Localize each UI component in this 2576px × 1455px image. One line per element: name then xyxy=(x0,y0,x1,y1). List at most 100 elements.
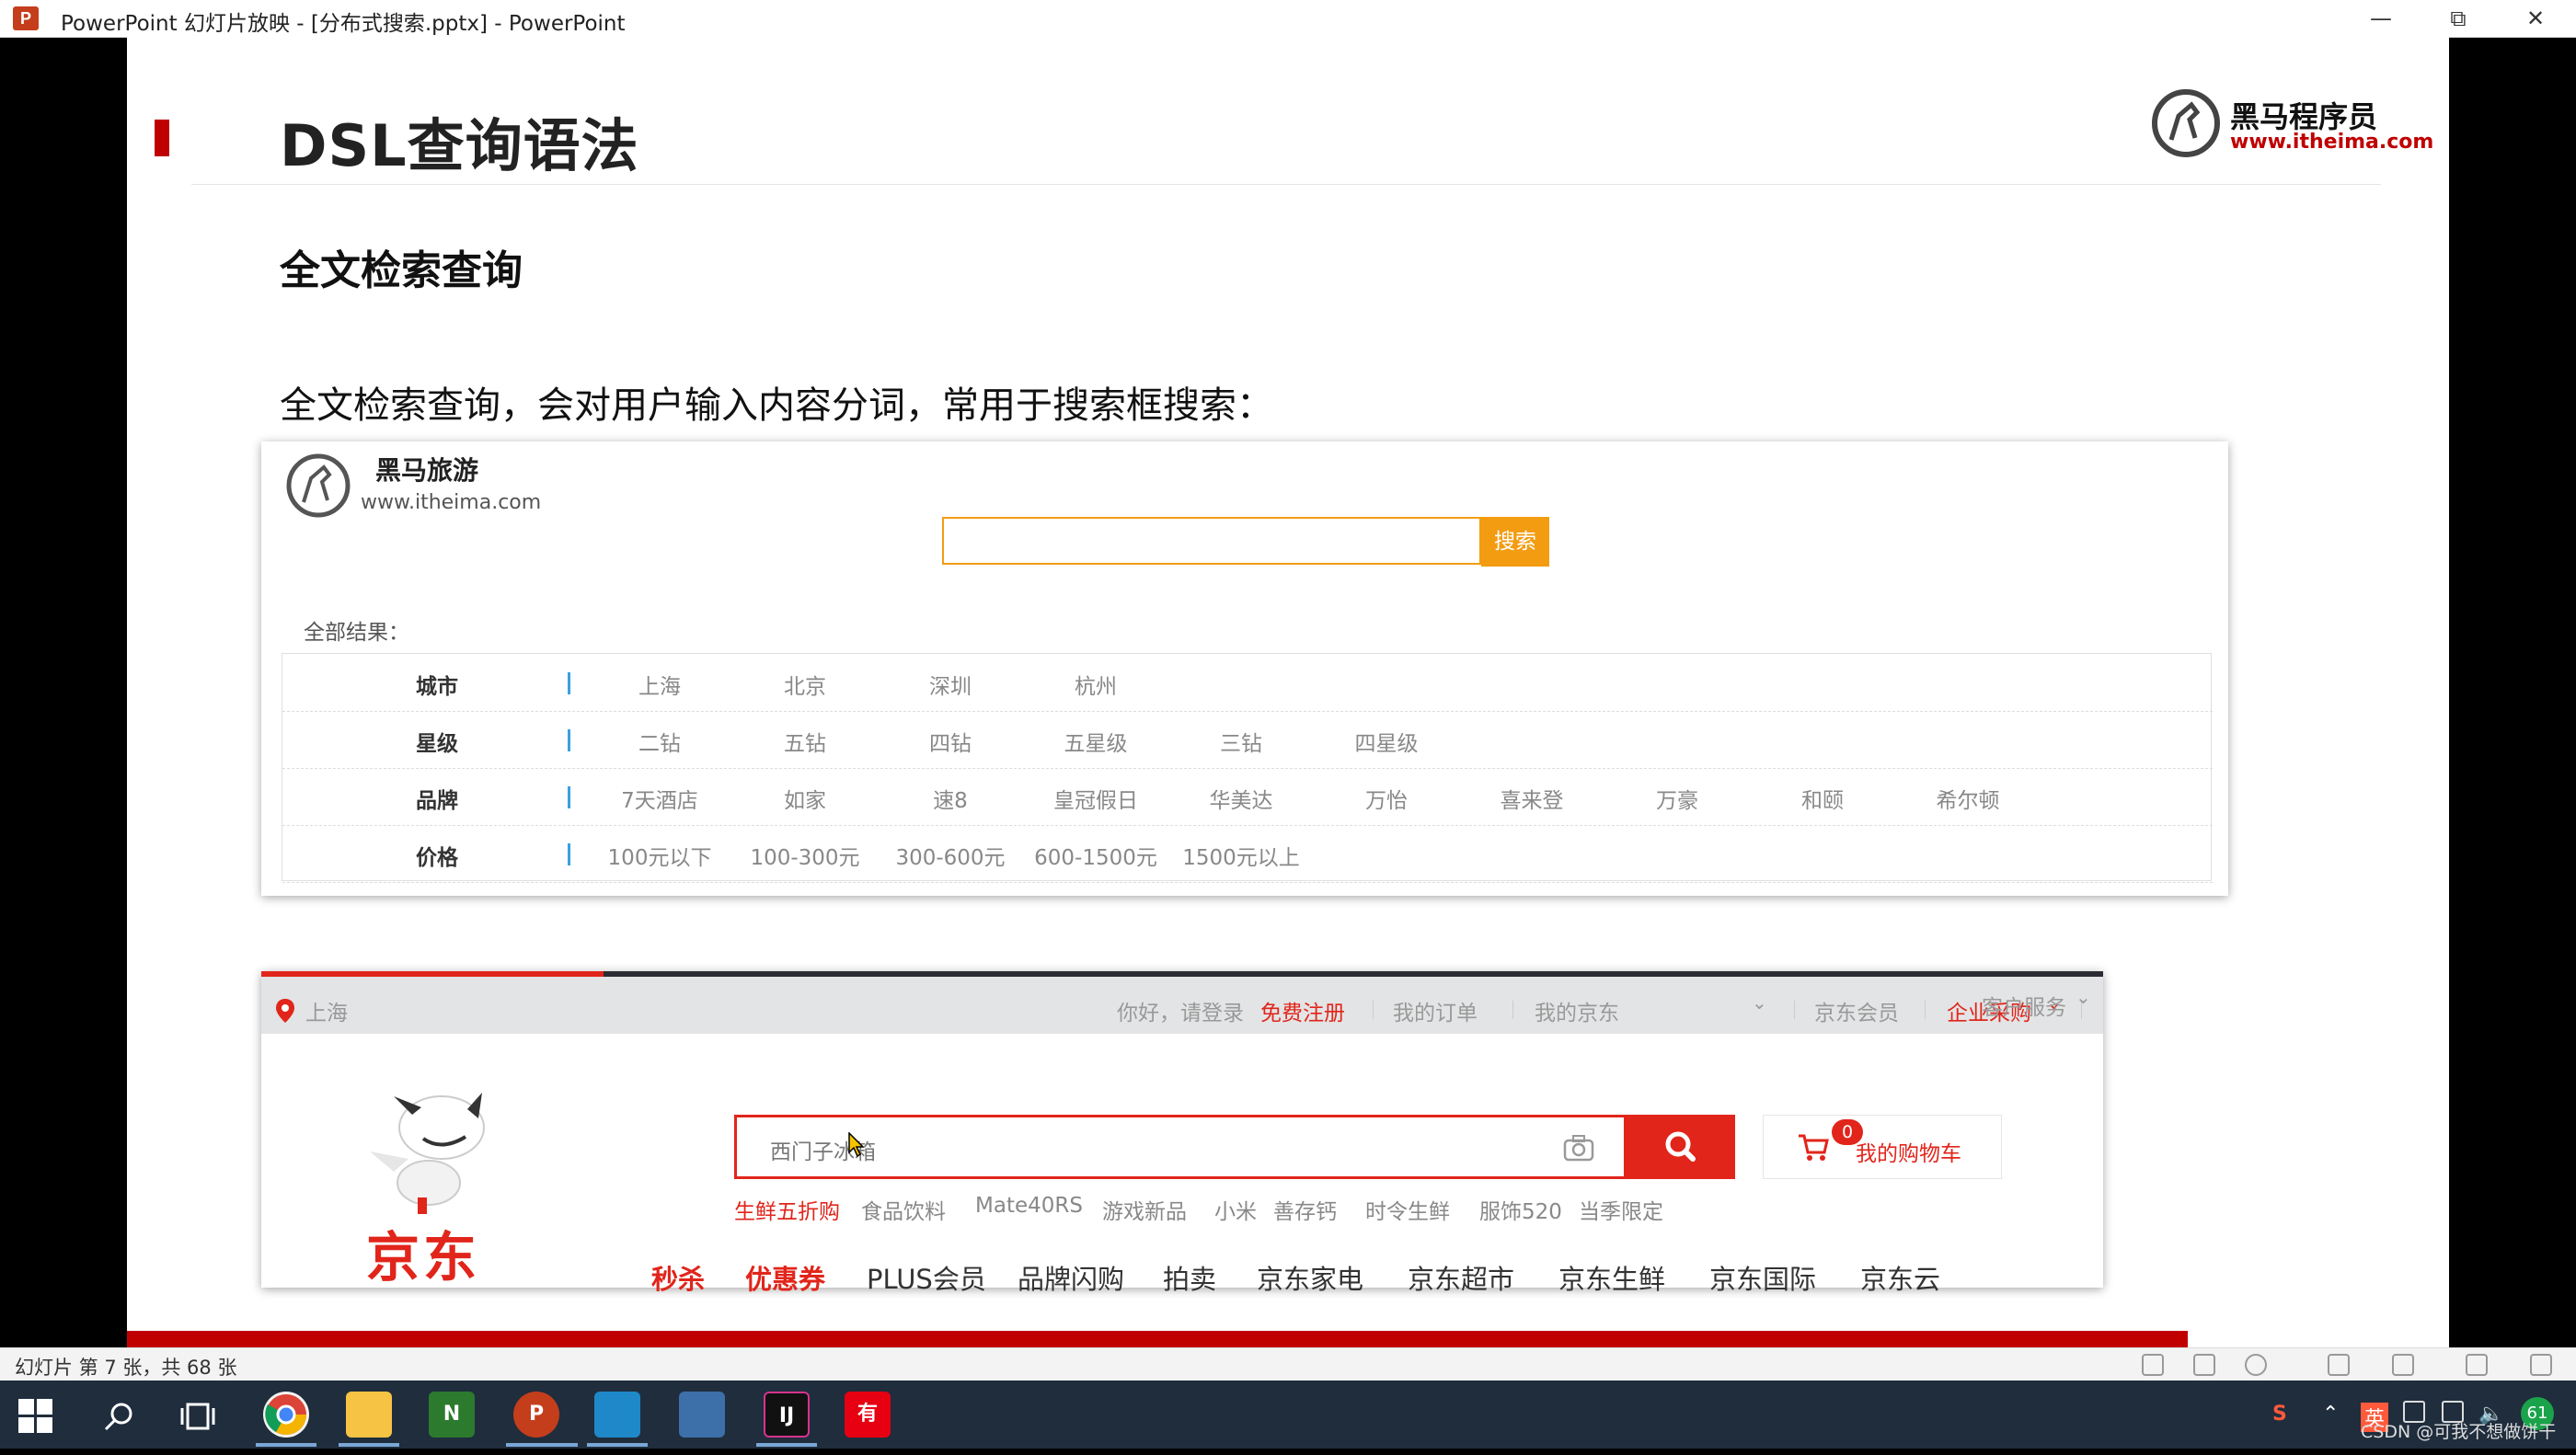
filter-option[interactable]: 杭州 xyxy=(1031,669,1160,700)
slide-sorter-icon[interactable] xyxy=(2193,1354,2215,1376)
minimize-icon[interactable]: — xyxy=(2344,0,2418,37)
notes-icon[interactable] xyxy=(2530,1354,2552,1376)
windows-start-icon[interactable] xyxy=(18,1399,53,1434)
jd-menu-item[interactable]: 京东云 xyxy=(1860,1258,1940,1297)
slide-subtitle: 全文检索查询 xyxy=(280,247,523,294)
filter-option[interactable]: 喜来登 xyxy=(1467,783,1596,814)
jd-shortcut-bar: 上海 你好，请登录 免费注册 我的订单 我的京东 ⌄ 京东会员 企业采购 ⌄ xyxy=(261,977,2103,1034)
travel-site-url: www.itheima.com xyxy=(361,491,542,514)
jd-menu-item[interactable]: 京东生鲜 xyxy=(1558,1258,1665,1297)
travel-search-input[interactable] xyxy=(942,517,1481,565)
filter-option[interactable]: 100元以下 xyxy=(595,840,724,871)
slide-canvas[interactable]: DSL查询语法 黑马程序员 www.itheima.com 全文检索查询 全文检… xyxy=(127,37,2449,1347)
hot-word-link[interactable]: 小米 xyxy=(1214,1194,1257,1225)
filter-option[interactable]: 和颐 xyxy=(1758,783,1887,814)
window-title: PowerPoint 幻灯片放映 - [分布式搜索.pptx] - PowerP… xyxy=(61,12,626,36)
filter-option[interactable]: 300-600元 xyxy=(886,840,1015,871)
jd-search-button[interactable] xyxy=(1627,1115,1735,1179)
filter-option[interactable]: 皇冠假日 xyxy=(1031,783,1160,814)
jd-location[interactable]: 上海 xyxy=(305,995,348,1026)
active-app-indicator xyxy=(756,1443,817,1447)
chrome-icon[interactable] xyxy=(263,1392,309,1438)
sogou-ime-icon[interactable]: S xyxy=(2272,1403,2287,1426)
jd-menu-item[interactable]: 秒杀 xyxy=(651,1258,705,1297)
powerpoint-icon[interactable]: P xyxy=(513,1392,559,1438)
normal-view-icon[interactable] xyxy=(2142,1354,2164,1376)
slide-body-text: 全文检索查询，会对用户输入内容分词，常用于搜索框搜索： xyxy=(280,384,1273,427)
chevron-down-icon: ⌄ xyxy=(1752,991,1767,1014)
jd-menu-item[interactable]: 京东国际 xyxy=(1709,1258,1816,1297)
search-icon[interactable] xyxy=(103,1401,134,1432)
jd-register-link[interactable]: 免费注册 xyxy=(1260,995,1345,1026)
jd-menu-item[interactable]: 优惠券 xyxy=(745,1258,825,1297)
filter-option[interactable]: 华美达 xyxy=(1177,783,1305,814)
filter-option[interactable]: 五星级 xyxy=(1031,726,1160,757)
filter-label: 品牌 xyxy=(416,789,458,813)
filter-option[interactable]: 深圳 xyxy=(886,669,1015,700)
jd-menu-item[interactable]: 京东超市 xyxy=(1408,1258,1514,1297)
file-explorer-icon[interactable] xyxy=(346,1392,392,1438)
hot-word-link[interactable]: 食品饮料 xyxy=(861,1194,946,1225)
jd-menu-item[interactable]: 拍卖 xyxy=(1163,1258,1216,1297)
filter-option[interactable]: 二钻 xyxy=(595,726,724,757)
fit-slide-icon[interactable] xyxy=(2466,1354,2488,1376)
filter-option[interactable]: 速8 xyxy=(886,783,1015,814)
jd-nav-member[interactable]: 京东会员 xyxy=(1814,995,1899,1026)
filter-option[interactable]: 如家 xyxy=(741,783,869,814)
chevron-down-icon: ⌄ xyxy=(2076,986,2091,1008)
jd-login-link[interactable]: 你好，请登录 xyxy=(1117,995,1244,1026)
jd-nav-divider xyxy=(1794,1001,1795,1019)
close-icon[interactable]: ✕ xyxy=(2499,0,2572,37)
filter-option[interactable]: 五钻 xyxy=(741,726,869,757)
filter-option[interactable]: 100-300元 xyxy=(741,840,869,871)
jd-menu-item[interactable]: 京东家电 xyxy=(1257,1258,1363,1297)
filter-option[interactable]: 万怡 xyxy=(1322,783,1451,814)
hot-word-link[interactable]: 时令生鲜 xyxy=(1365,1194,1450,1225)
travel-search-button[interactable]: 搜索 xyxy=(1481,517,1549,567)
chevron-up-icon[interactable]: ⌃ xyxy=(2322,1403,2339,1426)
filter-option[interactable]: 北京 xyxy=(741,669,869,700)
task-view-icon[interactable] xyxy=(180,1401,215,1432)
hot-word-link[interactable]: 当季限定 xyxy=(1579,1194,1663,1225)
jd-search-input[interactable]: 西门子冰箱 xyxy=(734,1115,1627,1179)
camera-icon[interactable] xyxy=(1563,1134,1594,1162)
filter-option[interactable]: 600-1500元 xyxy=(1031,840,1160,871)
remote-desktop-icon[interactable] xyxy=(594,1392,640,1438)
window-icon[interactable] xyxy=(679,1392,725,1438)
zoom-icon[interactable] xyxy=(2392,1354,2414,1376)
jd-menu-item[interactable]: 品牌闪购 xyxy=(1018,1258,1124,1297)
filter-option[interactable]: 希尔顿 xyxy=(1903,783,2032,814)
youdao-icon[interactable]: 有 xyxy=(845,1392,891,1438)
filter-label: 城市 xyxy=(416,675,458,699)
filter-option[interactable]: 上海 xyxy=(595,669,724,700)
hot-word-link[interactable]: Mate40RS xyxy=(975,1194,1083,1218)
intellij-icon[interactable]: IJ xyxy=(764,1392,810,1438)
status-bar: 幻灯片 第 7 张，共 68 张 xyxy=(0,1347,2576,1381)
filter-option[interactable]: 三钻 xyxy=(1177,726,1305,757)
filter-row-star: 星级 二钻 五钻 四钻 五星级 三钻 四星级 xyxy=(282,711,2213,769)
jd-nav-myjd[interactable]: 我的京东 xyxy=(1535,995,1619,1026)
hot-word-link[interactable]: 服饰520 xyxy=(1479,1194,1562,1225)
filter-option[interactable]: 四星级 xyxy=(1322,726,1451,757)
filter-row-price: 价格 100元以下 100-300元 300-600元 600-1500元 15… xyxy=(282,825,2213,883)
filter-option[interactable]: 1500元以上 xyxy=(1177,840,1305,871)
filter-option[interactable]: 四钻 xyxy=(886,726,1015,757)
hot-word-link[interactable]: 生鲜五折购 xyxy=(734,1194,840,1225)
jd-cart-button[interactable]: 0 我的购物车 xyxy=(1763,1115,2002,1179)
restore-icon[interactable]: ⧉ xyxy=(2421,0,2495,37)
reading-view-icon[interactable] xyxy=(2245,1354,2267,1376)
jd-nav-divider xyxy=(1373,1001,1374,1019)
location-pin-icon xyxy=(276,999,294,1023)
jd-nav-divider xyxy=(1512,1001,1513,1019)
hot-word-link[interactable]: 善存钙 xyxy=(1273,1194,1337,1225)
filter-label: 价格 xyxy=(416,846,458,870)
slide-show-icon[interactable] xyxy=(2328,1354,2350,1376)
jd-nav-orders[interactable]: 我的订单 xyxy=(1393,995,1478,1026)
active-app-indicator xyxy=(256,1443,316,1447)
filter-option[interactable]: 万豪 xyxy=(1613,783,1742,814)
onenote-icon[interactable]: N xyxy=(429,1392,475,1438)
jd-menu-item[interactable]: PLUS会员 xyxy=(867,1258,986,1297)
hot-word-link[interactable]: 游戏新品 xyxy=(1102,1194,1187,1225)
jd-nav-service[interactable]: 客户服务 xyxy=(1982,990,2066,1021)
filter-option[interactable]: 7天酒店 xyxy=(595,783,724,814)
